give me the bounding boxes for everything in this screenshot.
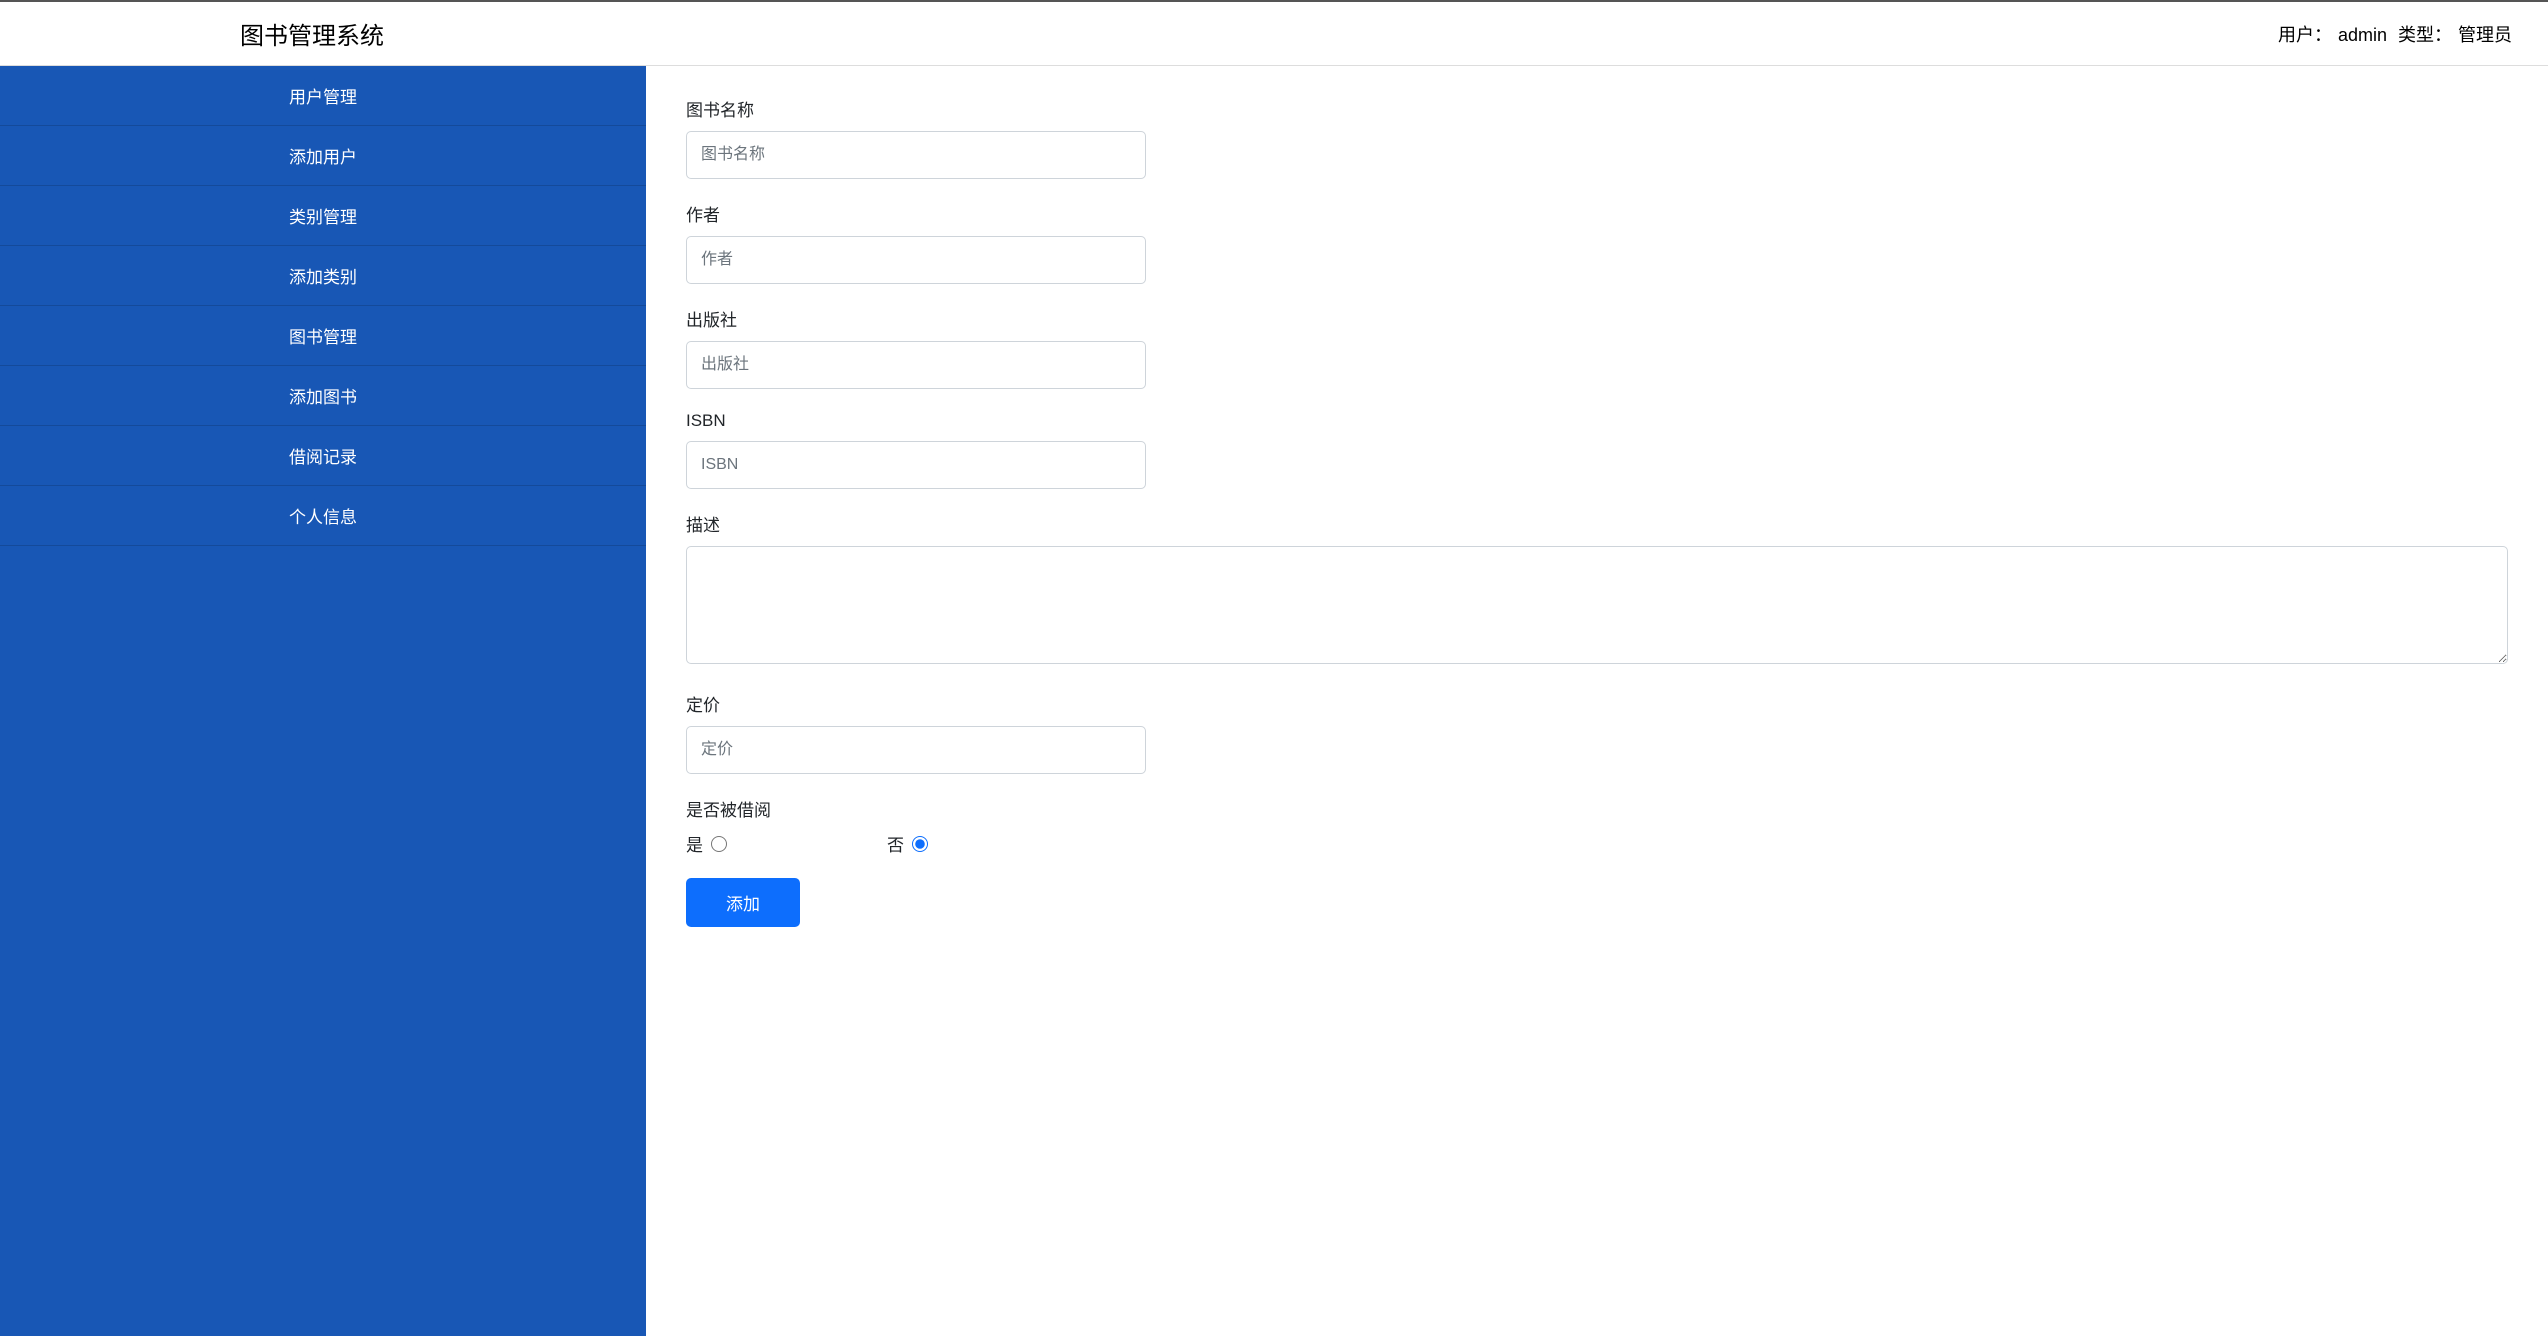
isbn-input[interactable]	[686, 441, 1146, 489]
price-label: 定价	[686, 691, 2508, 716]
sidebar-item-user-mgmt[interactable]: 用户管理	[0, 66, 646, 126]
type-label: 类型：	[2398, 25, 2452, 45]
user-value: admin	[2338, 25, 2387, 45]
publisher-input[interactable]	[686, 341, 1146, 389]
sidebar: 用户管理 添加用户 类别管理 添加类别 图书管理 添加图书 借阅记录 个人信息	[0, 66, 646, 1336]
isbn-label: ISBN	[686, 411, 2508, 431]
sidebar-item-add-book[interactable]: 添加图书	[0, 366, 646, 426]
description-textarea[interactable]	[686, 546, 2508, 664]
author-input[interactable]	[686, 236, 1146, 284]
type-value: 管理员	[2458, 25, 2512, 45]
borrowed-yes-label: 是	[686, 831, 703, 856]
header-user-info: 用户： admin 类型： 管理员	[2278, 21, 2518, 47]
book-name-input[interactable]	[686, 131, 1146, 179]
sidebar-item-borrow-record[interactable]: 借阅记录	[0, 426, 646, 486]
price-input[interactable]	[686, 726, 1146, 774]
user-label: 用户：	[2278, 25, 2332, 45]
sidebar-item-profile[interactable]: 个人信息	[0, 486, 646, 546]
sidebar-item-add-category[interactable]: 添加类别	[0, 246, 646, 306]
sidebar-item-book-mgmt[interactable]: 图书管理	[0, 306, 646, 366]
borrowed-yes-option[interactable]: 是	[686, 831, 727, 856]
header: 图书管理系统 用户： admin 类型： 管理员	[0, 0, 2548, 66]
author-label: 作者	[686, 201, 2508, 226]
borrowed-label: 是否被借阅	[686, 796, 2508, 821]
borrowed-yes-radio[interactable]	[711, 836, 727, 852]
sidebar-item-add-user[interactable]: 添加用户	[0, 126, 646, 186]
submit-button[interactable]: 添加	[686, 878, 800, 927]
publisher-label: 出版社	[686, 306, 2508, 331]
borrowed-no-option[interactable]: 否	[887, 831, 928, 856]
book-name-label: 图书名称	[686, 96, 2508, 121]
app-title: 图书管理系统	[240, 16, 384, 51]
borrowed-no-radio[interactable]	[912, 836, 928, 852]
sidebar-item-category-mgmt[interactable]: 类别管理	[0, 186, 646, 246]
description-label: 描述	[686, 511, 2508, 536]
borrowed-radio-group: 是 否	[686, 831, 2508, 856]
main-content: 图书名称 作者 出版社 ISBN 描述 定价 是否被借阅 是	[646, 66, 2548, 1336]
borrowed-no-label: 否	[887, 831, 904, 856]
